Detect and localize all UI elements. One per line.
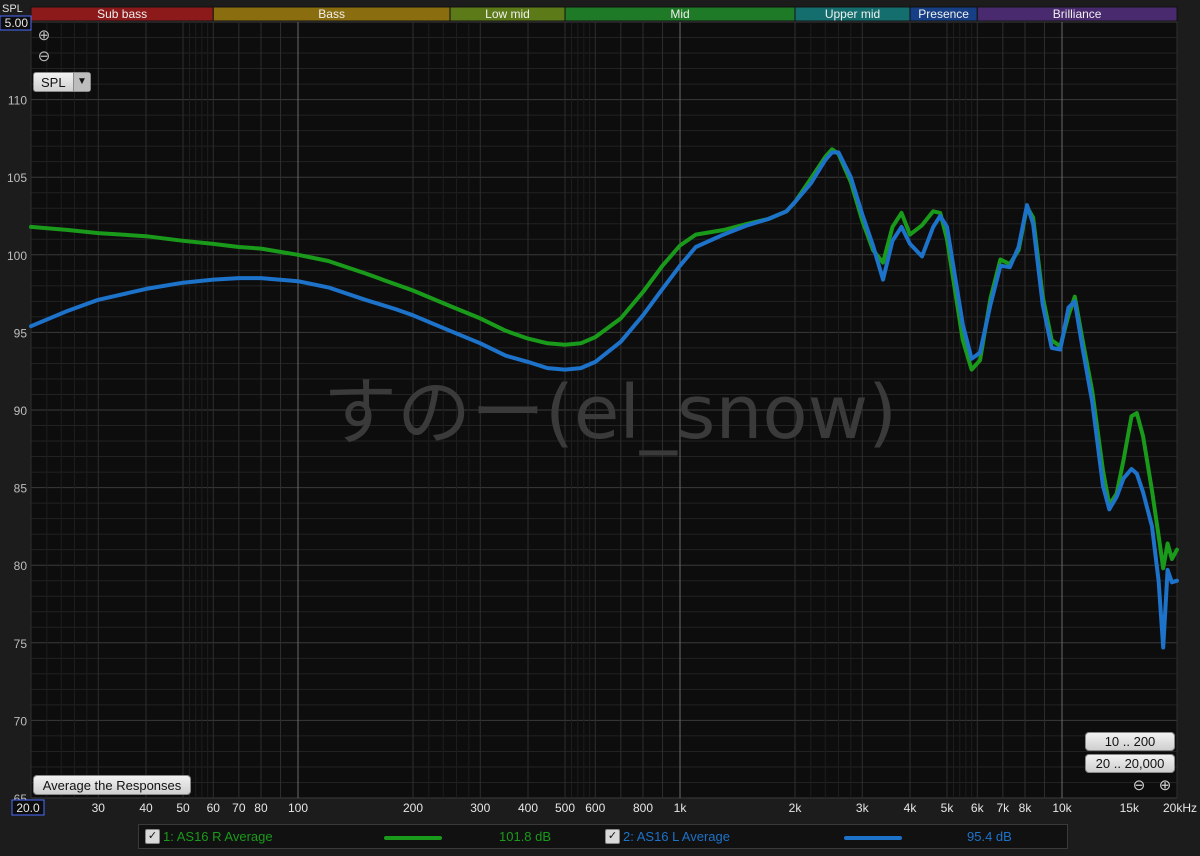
y-tick-label: 80: [14, 559, 28, 573]
y-tick-label: 110: [8, 94, 27, 108]
y-tick-label: 85: [14, 482, 28, 496]
legend-value-2: 95.4 dB: [967, 829, 1012, 844]
spl-select[interactable]: SPL ▼: [33, 72, 91, 92]
zoom-out-icon[interactable]: ⊖: [1132, 776, 1146, 794]
x-tick-label: 200: [403, 801, 423, 815]
x-tick-label: 80: [254, 801, 268, 815]
x-tick-label: 4k: [904, 801, 918, 815]
legend-label-2: 2: AS16 L Average: [623, 829, 730, 844]
x-tick-label: 300: [470, 801, 490, 815]
x-tick-label: 800: [633, 801, 653, 815]
zoom-in-icon[interactable]: ⊕: [37, 28, 51, 43]
y-tick-label: 105: [7, 171, 27, 185]
x-tick-label: 30: [92, 801, 106, 815]
series-1-checkbox[interactable]: ✓: [145, 829, 160, 844]
legend-value-1: 101.8 dB: [499, 829, 552, 844]
x-axis-ticks: 30 40 50 60 70 80 100 200 300 400 500 600 800 1k 2k 3k 4…: [92, 801, 1197, 815]
band-label: Presence: [918, 7, 969, 21]
band-label: Brilliance: [1053, 7, 1102, 21]
x-tick-label: 60: [207, 801, 221, 815]
x-tick-label: 2k: [789, 801, 803, 815]
average-responses-button[interactable]: Average the Responses: [33, 775, 191, 795]
y-tick-label: 90: [14, 404, 28, 418]
y-tick-label: 100: [7, 249, 27, 263]
y-tick-label: 95: [14, 326, 28, 340]
range-20-20000-button[interactable]: 20 .. 20,000: [1085, 754, 1175, 773]
legend-swatch-1: [384, 836, 442, 840]
frequency-bands: Sub bass Bass Low mid Mid Upper mid Presence B…: [30, 6, 1178, 22]
y-top-value[interactable]: 5.00: [5, 16, 29, 30]
x-tick-label: 600: [585, 801, 605, 815]
x-tick-label: 1k: [674, 801, 688, 815]
x-tick-label: 15k: [1120, 801, 1140, 815]
frequency-response-chart: すのー(el_snow) Sub bass Bass Low mid Mid Upper…: [0, 0, 1200, 856]
x-tick-label: 40: [139, 801, 153, 815]
x-tick-label: 400: [518, 801, 538, 815]
x-tick-label: 6k: [971, 801, 985, 815]
x-tick-label: 50: [176, 801, 190, 815]
x-tick-label: 10k: [1052, 801, 1072, 815]
x-tick-label: 3k: [856, 801, 870, 815]
x-tick-label: 70: [232, 801, 246, 815]
band-label: Bass: [318, 7, 345, 21]
x-tick-label: 500: [555, 801, 575, 815]
y-tick-label: 75: [14, 637, 28, 651]
range-10-200-button[interactable]: 10 .. 200: [1085, 732, 1175, 751]
zoom-in-icon[interactable]: ⊕: [1158, 776, 1172, 794]
legend: ✓ 1: AS16 R Average 101.8 dB ✓ 2: AS16 L…: [138, 824, 1068, 849]
band-label: Mid: [670, 7, 689, 21]
series-2-checkbox[interactable]: ✓: [605, 829, 620, 844]
x-tick-label: 8k: [1019, 801, 1033, 815]
y-tick-label: 70: [14, 714, 28, 728]
spl-select-value: SPL: [41, 75, 66, 90]
y-axis-label: SPL: [2, 3, 23, 15]
band-label: Sub bass: [97, 7, 147, 21]
legend-swatch-2: [844, 836, 902, 840]
chevron-down-icon[interactable]: ▼: [73, 73, 90, 91]
x-left-value[interactable]: 20.0: [16, 801, 40, 815]
x-tick-label: 7k: [996, 801, 1010, 815]
band-label: Upper mid: [825, 7, 880, 21]
x-tick-label: 100: [288, 801, 308, 815]
watermark: すのー(el_snow): [323, 370, 897, 456]
x-tick-label: 5k: [941, 801, 955, 815]
zoom-out-icon[interactable]: ⊖: [37, 49, 51, 64]
legend-label-1: 1: AS16 R Average: [163, 829, 273, 844]
band-label: Low mid: [485, 7, 530, 21]
x-tick-label: 20kHz: [1163, 801, 1197, 815]
